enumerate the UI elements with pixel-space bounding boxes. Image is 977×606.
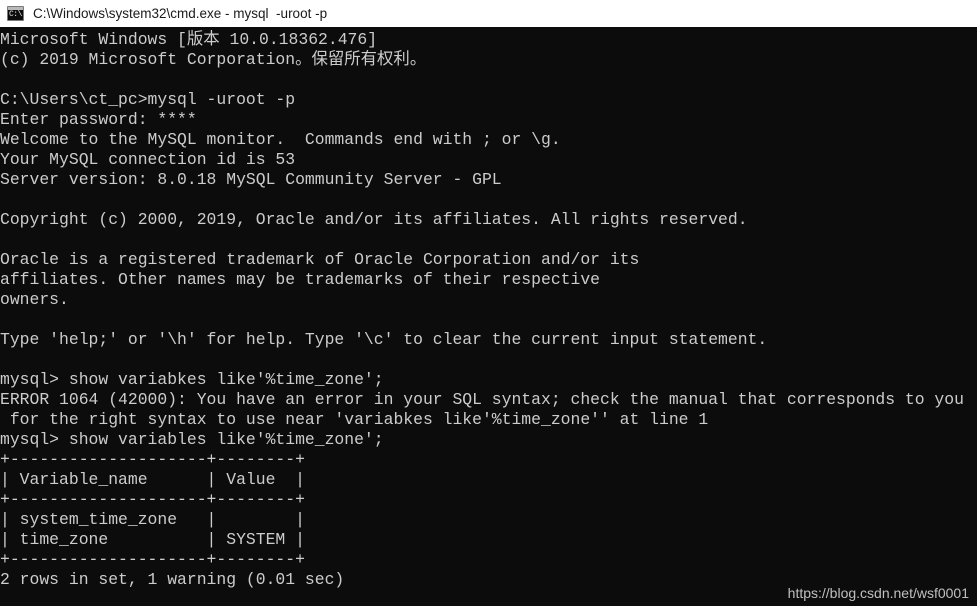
- console-line: C:\Users\ct_pc>mysql -uroot -p: [0, 90, 296, 109]
- console-line: +--------------------+--------+: [0, 550, 305, 569]
- csdn-watermark: https://blog.csdn.net/wsf0001: [787, 585, 969, 601]
- console-line: +--------------------+--------+: [0, 490, 305, 509]
- console-line: affiliates. Other names may be trademark…: [0, 270, 600, 289]
- console-line: Microsoft Windows [版本 10.0.18362.476]: [0, 30, 378, 49]
- console-line: Server version: 8.0.18 MySQL Community S…: [0, 170, 502, 189]
- console-line: Oracle is a registered trademark of Orac…: [0, 250, 640, 269]
- console-line: Copyright (c) 2000, 2019, Oracle and/or …: [0, 210, 748, 229]
- console-line: | Variable_name | Value |: [0, 470, 305, 489]
- console-line: owners.: [0, 290, 69, 309]
- console-line: mysql> show variabkes like'%time_zone';: [0, 370, 384, 389]
- console-line: +--------------------+--------+: [0, 450, 305, 469]
- title-bar[interactable]: C:\ C:\Windows\system32\cmd.exe - mysql …: [0, 0, 977, 27]
- console-line: Your MySQL connection id is 53: [0, 150, 296, 169]
- console-line: Welcome to the MySQL monitor. Commands e…: [0, 130, 561, 149]
- cmd-console-window: C:\ C:\Windows\system32\cmd.exe - mysql …: [0, 0, 977, 606]
- console-line: ERROR 1064 (42000): You have an error in…: [0, 390, 964, 409]
- console-text: Microsoft Windows [版本 10.0.18362.476] (c)…: [0, 30, 964, 590]
- console-line: | system_time_zone | |: [0, 510, 305, 529]
- console-line: Enter password: ****: [0, 110, 197, 129]
- console-output-area[interactable]: Microsoft Windows [版本 10.0.18362.476] (c)…: [0, 27, 977, 606]
- console-line: mysql> show variables like'%time_zone';: [0, 430, 384, 449]
- cmd-console-icon: C:\: [7, 6, 24, 21]
- console-line: for the right syntax to use near 'variab…: [0, 410, 709, 429]
- console-line: | time_zone | SYSTEM |: [0, 530, 305, 549]
- console-line: Type 'help;' or '\h' for help. Type '\c'…: [0, 330, 768, 349]
- window-title: C:\Windows\system32\cmd.exe - mysql -uro…: [33, 6, 328, 21]
- console-line: (c) 2019 Microsoft Corporation。保留所有权利。: [0, 50, 427, 69]
- cmd-icon-prompt-glyph: C:\: [9, 10, 22, 19]
